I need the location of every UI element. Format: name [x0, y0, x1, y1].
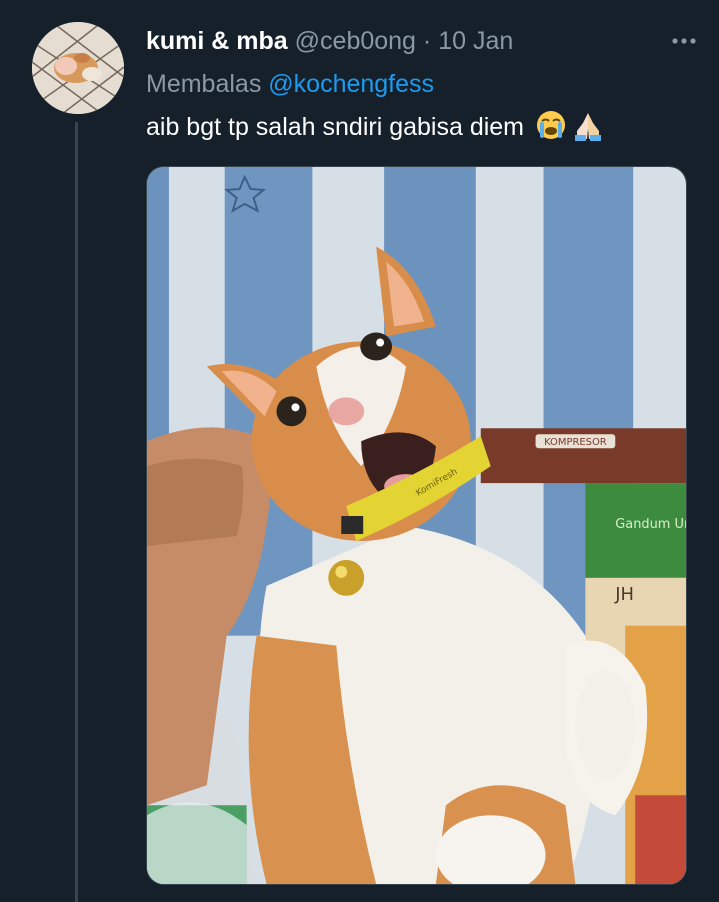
avatar-cat-image	[32, 22, 124, 114]
tweet-text: aib bgt tp salah sndiri gabisa diem	[146, 109, 699, 145]
kitten-photo: KOMPRESOR Gandum Uni JH	[147, 167, 686, 884]
loudly-crying-face-icon	[535, 109, 567, 151]
display-name[interactable]: kumi & mba	[146, 27, 288, 55]
tweet-body: aib bgt tp salah sndiri gabisa diem	[146, 113, 525, 141]
tweet[interactable]: kumi & mba @ceb0ong · 10 Jan Membalas @k…	[0, 0, 719, 902]
tweet-date[interactable]: 10 Jan	[438, 27, 513, 55]
tweet-content: kumi & mba @ceb0ong · 10 Jan Membalas @k…	[146, 24, 699, 145]
box-label-3: JH	[614, 584, 634, 605]
more-horizontal-icon[interactable]	[669, 26, 699, 56]
avatar[interactable]	[32, 22, 124, 114]
reply-mention-link[interactable]: @kochengfess	[268, 70, 434, 98]
reply-prefix: Membalas	[146, 70, 262, 98]
separator-dot: ·	[422, 27, 432, 55]
box-label-2: Gandum Uni	[615, 517, 686, 532]
folded-hands-icon	[571, 109, 605, 151]
tweet-header: kumi & mba @ceb0ong · 10 Jan	[146, 24, 699, 58]
thread-line	[75, 122, 78, 902]
user-handle[interactable]: @ceb0ong	[295, 27, 416, 55]
tweet-photo[interactable]: KOMPRESOR Gandum Uni JH	[146, 166, 687, 885]
box-label-1: KOMPRESOR	[544, 437, 607, 448]
reply-context: Membalas @kochengfess	[146, 67, 699, 101]
